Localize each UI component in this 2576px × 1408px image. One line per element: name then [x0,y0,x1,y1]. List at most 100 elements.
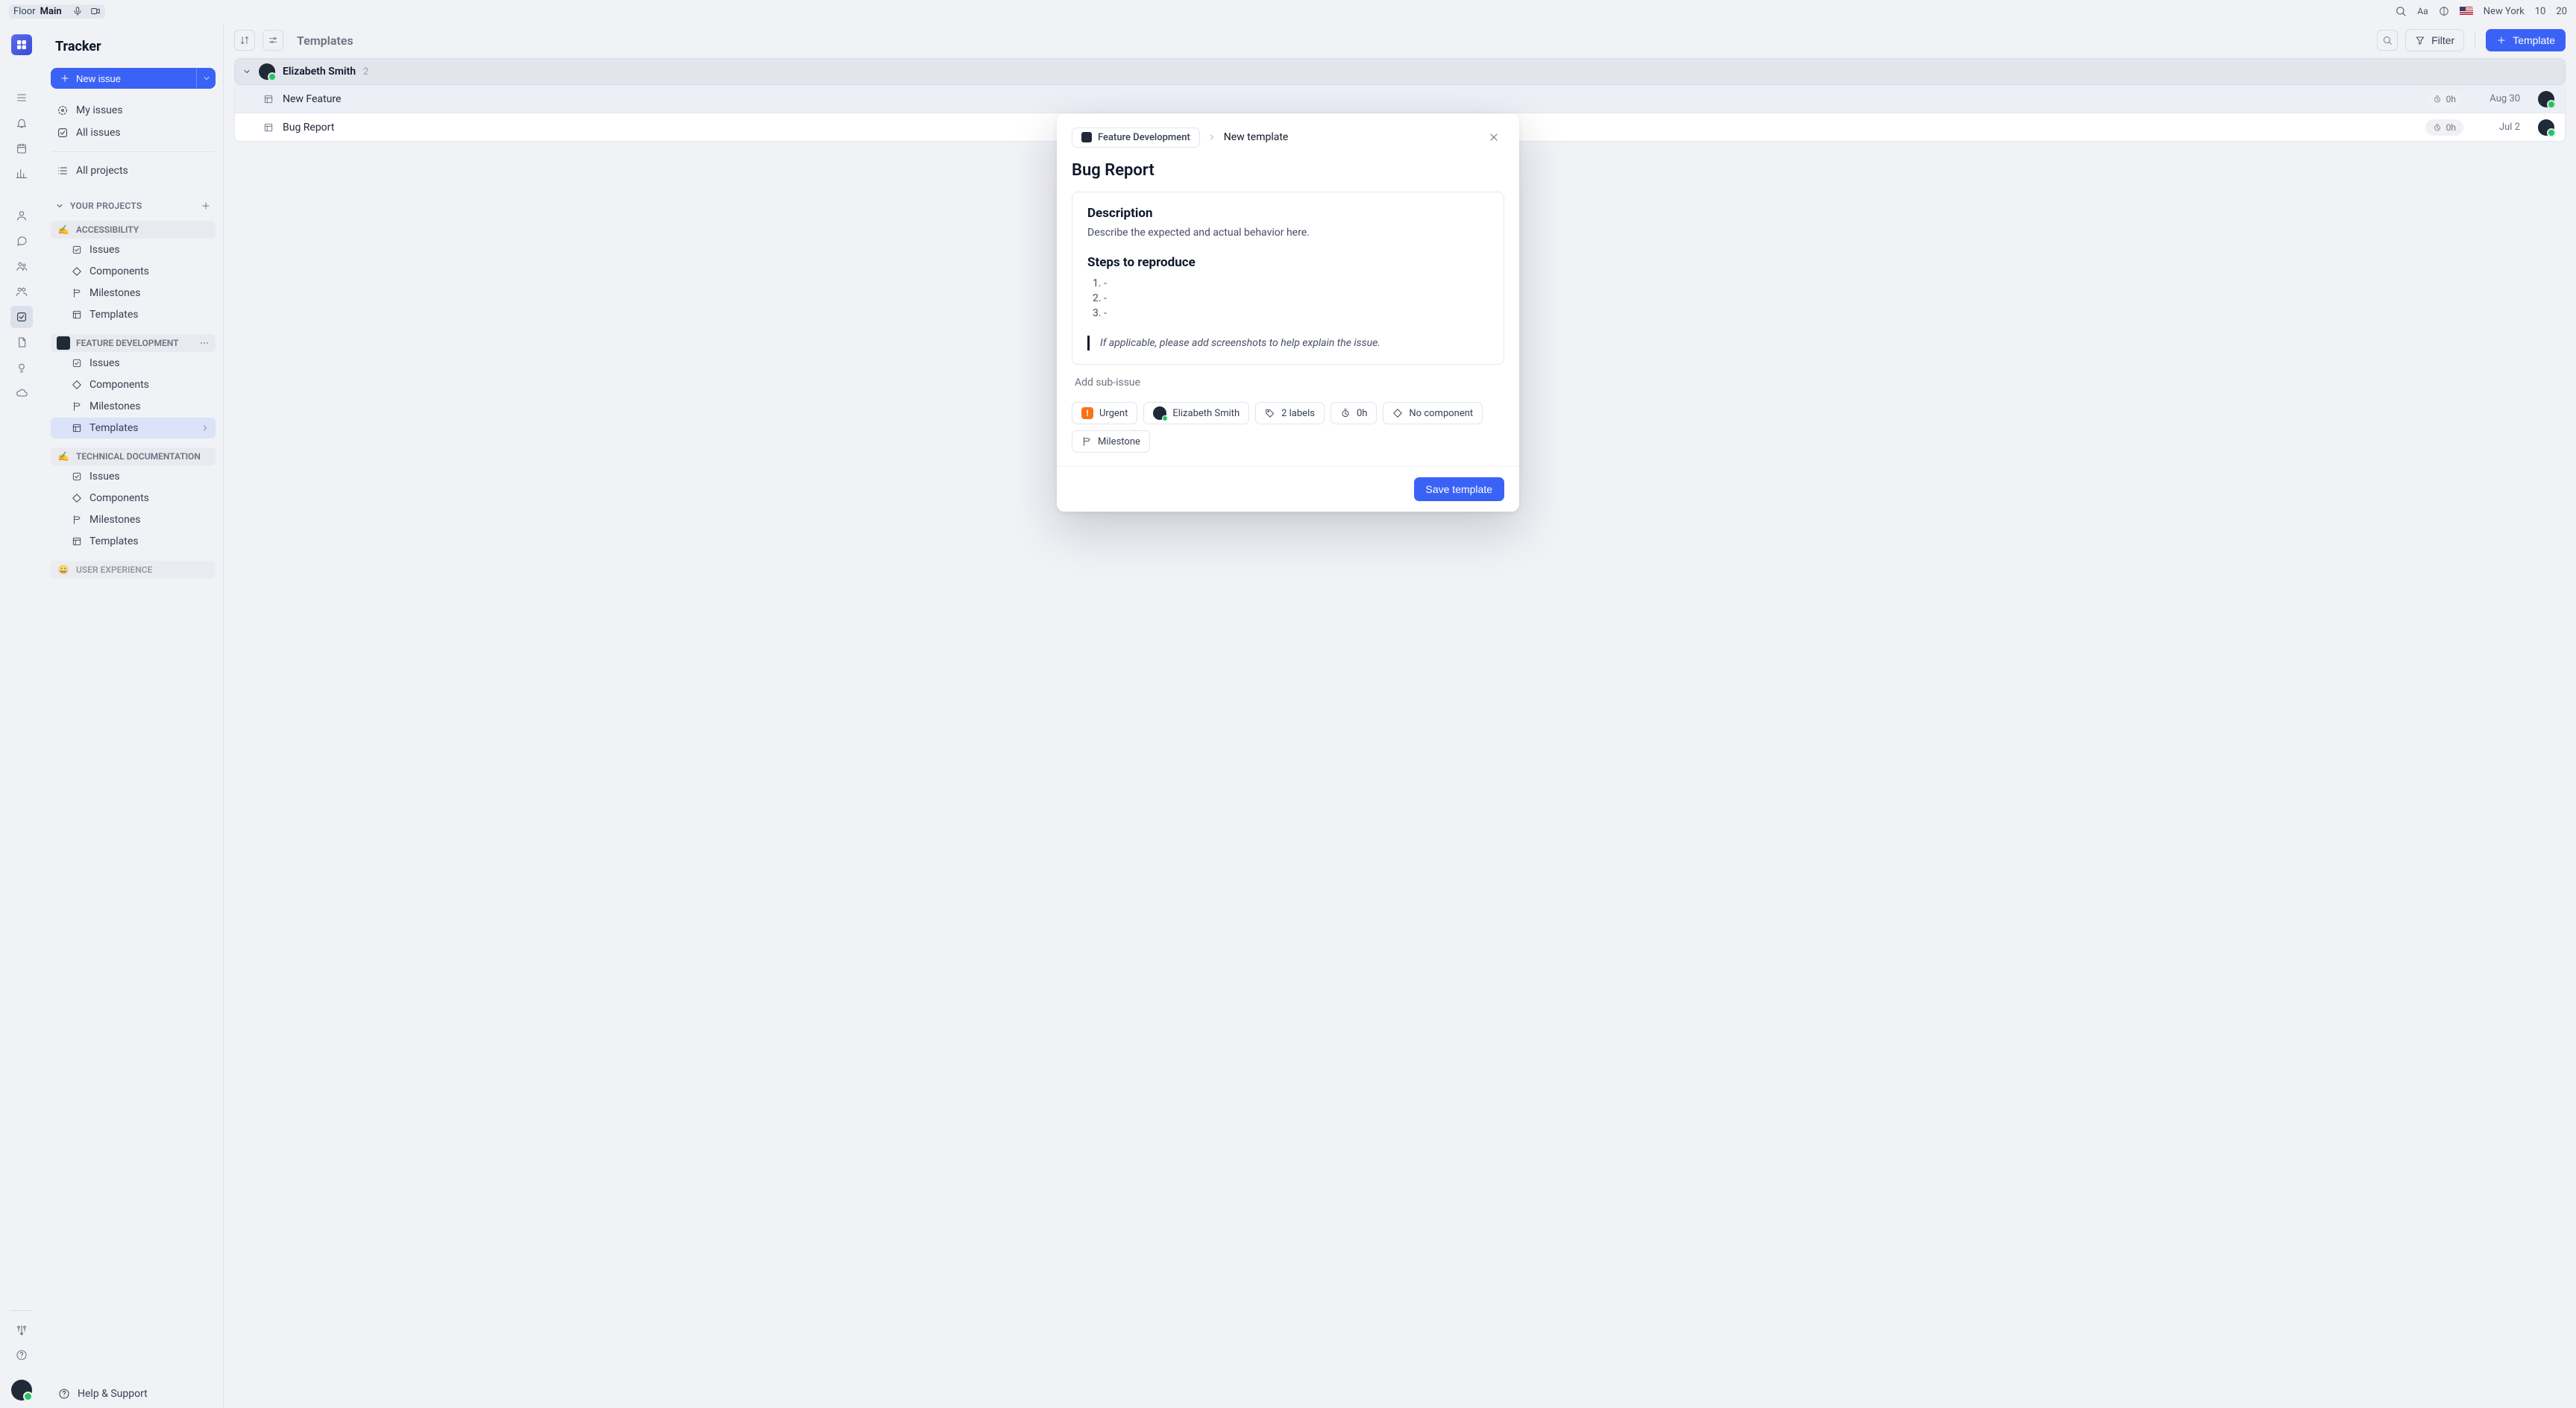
template-title[interactable]: Bug Report [1057,154,1519,192]
all-issues-link[interactable]: All issues [51,122,216,144]
assignee-label: Elizabeth Smith [1172,408,1240,419]
my-issues-link[interactable]: My issues [51,99,216,122]
priority-label: Urgent [1099,408,1128,419]
assignee-chip[interactable]: Elizabeth Smith [1143,402,1249,424]
chevron-right-icon [1207,133,1216,142]
estimate-chip[interactable]: 0h [2425,119,2463,136]
project-feature-development[interactable]: FEATURE DEVELOPMENT [51,334,216,352]
breadcrumb-project[interactable]: Feature Development [1072,128,1200,148]
sidebar: Tracker New issue My issues All issues A… [43,22,223,1408]
filter-button[interactable]: Filter [2405,29,2464,51]
chevron-down-icon [202,74,211,83]
techdoc-issues[interactable]: Issues [51,466,216,487]
new-issue-button[interactable]: New issue [51,68,196,89]
estimate-chip[interactable]: 0h [2425,91,2463,107]
checkbox-icon [72,358,82,368]
add-project-button[interactable] [201,201,211,211]
header-search-button[interactable] [2377,30,2398,51]
app-title: Tracker [55,39,211,54]
rail-stats[interactable] [10,163,33,185]
rail-help[interactable] [10,1344,33,1366]
plus-icon [60,73,70,84]
milestone-chip[interactable]: Milestone [1072,430,1150,453]
plus-icon [2496,35,2507,45]
main-header: Templates Filter Template [224,22,2576,58]
estimate-label: 0h [1357,408,1367,419]
add-sub-issue-button[interactable]: Add sub-issue [1057,374,1519,402]
group-header[interactable]: Elizabeth Smith 2 [234,58,2566,85]
rail-cloud[interactable] [10,382,33,404]
project-emoji: 😀 [57,563,70,576]
rail-docs[interactable] [10,331,33,353]
rail-notifications[interactable] [10,112,33,134]
user-avatar[interactable] [11,1380,32,1401]
step-item: - [1104,291,1489,306]
page-title: Templates [297,34,354,48]
template-icon [72,423,82,433]
your-projects-header[interactable]: YOUR PROJECTS [51,195,216,216]
project-name: ACCESSIBILITY [76,224,139,235]
assignee-avatar[interactable] [2538,119,2554,136]
time-2: 20 [2556,6,2567,17]
project-more-button[interactable] [199,338,210,348]
video-icon[interactable] [90,6,101,16]
accessibility-milestones[interactable]: Milestones [51,283,216,304]
description-text: Describe the expected and actual behavio… [1087,227,1489,239]
rail-menu[interactable] [10,87,33,109]
description-editor[interactable]: Description Describe the expected and ac… [1072,192,1504,365]
featuredev-components[interactable]: Components [51,374,216,395]
app-logo[interactable] [11,34,32,55]
rail-chat[interactable] [10,230,33,252]
assignee-avatar[interactable] [2538,91,2554,107]
techdoc-milestones[interactable]: Milestones [51,509,216,530]
featuredev-milestones[interactable]: Milestones [51,396,216,417]
estimate-chip[interactable]: 0h [1331,402,1377,424]
rail-ideas[interactable] [10,356,33,379]
techdoc-components[interactable]: Components [51,488,216,509]
labels-label: 2 labels [1281,408,1315,419]
template-icon [263,94,274,104]
workspace-switcher[interactable]: Floor Main [9,4,105,19]
priority-chip[interactable]: ! Urgent [1072,402,1137,424]
featuredev-issues[interactable]: Issues [51,353,216,374]
rail-tracker[interactable] [10,306,33,328]
project-user-experience[interactable]: 😀 USER EXPERIENCE [51,561,216,579]
accessibility-templates[interactable]: Templates [51,304,216,325]
mic-icon[interactable] [72,6,83,16]
rail-profile[interactable] [10,204,33,227]
template-row[interactable]: New Feature 0h Aug 30 [234,85,2566,113]
breadcrumb-project-label: Feature Development [1098,132,1190,143]
featuredev-templates[interactable]: Templates [51,418,216,439]
component-chip[interactable]: No component [1383,402,1483,424]
close-button[interactable] [1483,127,1504,148]
new-issue-dropdown[interactable] [196,68,216,89]
flag-us-icon[interactable] [2460,7,2473,16]
template-modal: Feature Development New template Bug Rep… [1057,113,1519,512]
milestone-icon [72,288,82,298]
accessibility-issues[interactable]: Issues [51,239,216,260]
labels-chip[interactable]: 2 labels [1255,402,1325,424]
rail-people[interactable] [10,280,33,303]
milestone-icon [1081,436,1092,447]
steps-heading: Steps to reproduce [1087,255,1489,270]
theme-icon[interactable] [2439,6,2449,16]
accessibility-components[interactable]: Components [51,261,216,282]
project-technical-documentation[interactable]: ✍️ TECHNICAL DOCUMENTATION [51,447,216,465]
rail-calendar[interactable] [10,137,33,160]
project-name: FEATURE DEVELOPMENT [76,338,178,348]
techdoc-templates[interactable]: Templates [51,531,216,552]
help-support-link[interactable]: Help & Support [51,1378,216,1408]
sort-button[interactable] [234,30,255,51]
rail-settings[interactable] [10,1319,33,1341]
project-accessibility[interactable]: ✍️ ACCESSIBILITY [51,221,216,239]
diamond-icon [72,266,82,277]
rail-team[interactable] [10,255,33,277]
font-size-icon[interactable]: Aa [2417,6,2428,16]
checkbox-icon [57,127,69,139]
all-projects-link[interactable]: All projects [51,160,216,182]
save-template-button[interactable]: Save template [1414,477,1505,501]
new-template-button[interactable]: Template [2486,29,2566,51]
checkbox-icon [72,471,82,482]
settings-view-button[interactable] [263,30,283,51]
search-icon[interactable] [2395,5,2407,17]
